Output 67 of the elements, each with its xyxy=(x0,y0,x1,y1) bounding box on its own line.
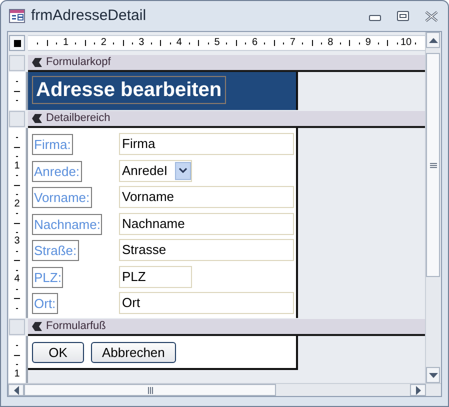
scroll-down-button[interactable] xyxy=(426,367,440,383)
form-heading: Adresse bearbeiten xyxy=(32,76,226,104)
form-button[interactable]: Abbrechen xyxy=(91,342,176,363)
field-label: Anrede: xyxy=(32,160,82,182)
section-icon xyxy=(32,322,42,331)
combo-box[interactable]: AnredeI xyxy=(119,160,192,182)
ruler-number: 7 xyxy=(290,36,296,50)
text-field[interactable]: Firma xyxy=(119,133,294,155)
right-arrow-icon xyxy=(416,386,420,394)
left-arrow-icon xyxy=(14,386,18,394)
ruler-number: 5 xyxy=(214,36,220,50)
ruler-number: 1 xyxy=(13,368,21,380)
vertical-scrollbar[interactable] xyxy=(425,32,440,383)
ruler-number: 3 xyxy=(138,36,144,50)
ruler-number: 4 xyxy=(13,274,21,285)
restore-icon[interactable] xyxy=(397,11,409,21)
combo-value: AnredeI xyxy=(122,162,168,180)
field-label: Firma: xyxy=(32,134,73,155)
ruler-number: 10 xyxy=(400,36,412,50)
scroll-thumb[interactable] xyxy=(426,53,440,277)
section-title: Formularfuß xyxy=(46,319,106,334)
window-title: frmAdresseDetail xyxy=(31,6,146,26)
text-field[interactable]: Vorname xyxy=(119,186,294,208)
scroll-thumb[interactable] xyxy=(24,384,276,396)
section-icon xyxy=(32,58,42,67)
ruler-number: 6 xyxy=(252,36,258,50)
select-form-icon xyxy=(14,40,20,46)
text-field[interactable]: PLZ xyxy=(119,266,192,288)
form-button[interactable]: OK xyxy=(32,342,84,363)
field-label: Nachname: xyxy=(32,214,102,234)
ruler-number: 2 xyxy=(13,198,21,210)
text-field[interactable]: Nachname xyxy=(119,212,294,234)
section-title: Detailbereich xyxy=(46,111,110,126)
scroll-right-button[interactable] xyxy=(410,384,426,396)
ruler-number: 4 xyxy=(176,36,182,50)
ruler-ticks-drawing xyxy=(14,81,20,101)
ruler-number: 9 xyxy=(365,36,371,50)
ruler-corner[interactable] xyxy=(9,35,25,51)
field-label: Vorname: xyxy=(32,187,92,208)
ruler-number: 1 xyxy=(63,36,69,50)
section-bar[interactable]: Detailbereich xyxy=(28,111,425,128)
close-icon[interactable] xyxy=(425,10,438,22)
ruler-number: 8 xyxy=(328,36,334,50)
section-bar[interactable]: Formularfuß xyxy=(28,319,425,336)
ruler-number: 1 xyxy=(13,160,21,172)
section-title: Formularkopf xyxy=(46,55,111,70)
grip-icon xyxy=(146,386,154,394)
field-label: Ort: xyxy=(32,293,58,314)
ruler-number: 2 xyxy=(100,36,106,50)
text-field[interactable]: Ort xyxy=(119,292,294,314)
ruler-number: 3 xyxy=(13,236,21,247)
down-arrow-icon xyxy=(428,372,438,378)
ruler-ticks-drawing xyxy=(14,345,20,365)
scroll-up-button[interactable] xyxy=(426,32,440,48)
grip-icon xyxy=(430,162,436,168)
form-icon xyxy=(9,9,25,23)
scroll-left-button[interactable] xyxy=(8,384,24,396)
horizontal-scrollbar[interactable] xyxy=(8,383,441,396)
field-label: PLZ: xyxy=(32,266,64,288)
caret-icon xyxy=(179,168,187,173)
text-field[interactable]: Strasse xyxy=(119,239,294,261)
section-icon xyxy=(32,114,42,123)
dropdown-button[interactable] xyxy=(175,162,191,180)
section-bar[interactable]: Formularkopf xyxy=(28,55,425,72)
field-label: Straße: xyxy=(32,240,79,261)
minimize-icon[interactable] xyxy=(369,15,381,21)
up-arrow-icon xyxy=(428,38,438,42)
